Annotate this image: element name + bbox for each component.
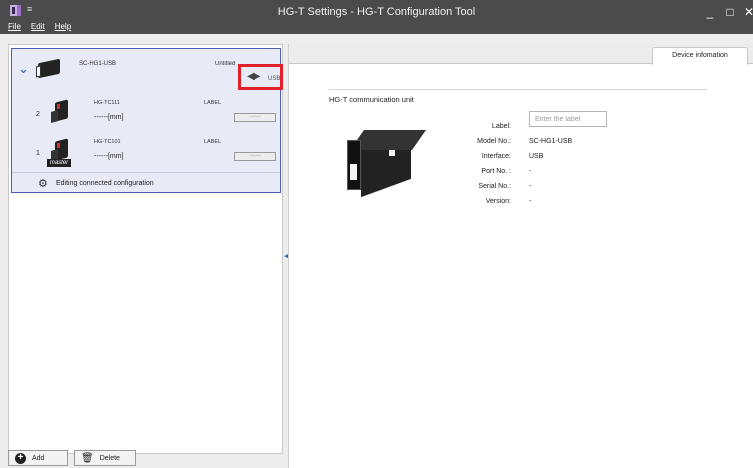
head-value: ------[mm] [94,114,124,121]
menu-bar: File Edit Help [8,22,71,34]
head-model: HG-TC101 [94,139,121,145]
device-group[interactable]: ⌄ SC-HG1-USB Untitled ◀▶ USB 2 HG-TC111 … [11,48,283,193]
add-button-label: Add [32,454,45,462]
connection-label: USB [268,76,281,82]
menu-file[interactable]: File [8,22,21,34]
gear-icon: ⚙ [38,178,48,190]
master-badge: master [47,159,71,167]
tree-actions: + Add 🗑 Delete [8,450,136,468]
port-value: - [529,168,532,175]
head-label-caption: LABEL [204,100,222,106]
plus-circle-icon: + [15,452,26,464]
info-labels: Label: Model No.: Interface: Port No. : … [449,119,511,209]
interface-value: USB [529,153,544,160]
device-node[interactable]: ⌄ SC-HG1-USB Untitled ◀▶ USB [12,49,283,91]
sensor-head-icon [47,99,77,127]
add-button[interactable]: + Add [8,450,68,466]
interface-field-label: Interface: [481,153,511,160]
communication-unit-image [347,130,427,198]
tab-device-information[interactable]: Device infomation [652,47,748,65]
device-info-panel: Device infomation HG-T communication uni… [288,44,753,468]
title-bar: ≡ HG-T Settings - HG-T Configuration Too… [0,0,753,34]
head-index: 1 [36,150,40,157]
plug-icon: ◀▶ [247,71,260,82]
device-tree-panel: ⌄ SC-HG1-USB Untitled ◀▶ USB 2 HG-TC111 … [8,44,283,454]
editing-status-row[interactable]: ⚙ Editing connected configuration [12,172,280,193]
maximize-button[interactable]: □ [722,4,738,20]
trash-icon: 🗑 [81,452,94,464]
serial-value: - [529,183,532,190]
editing-status-text: Editing connected configuration [56,180,154,187]
model-field-label: Model No.: [477,138,511,145]
delete-button-label: Delete [99,454,120,462]
label-field-label: Label: [491,123,511,130]
label-spacer [529,119,649,134]
sensor-head-icon: master [47,138,77,167]
usb-connection-indicator[interactable]: ◀▶ USB [238,64,283,90]
head-model: HG-TC111 [94,100,120,106]
menu-edit[interactable]: Edit [31,22,45,34]
menu-help[interactable]: Help [55,22,71,34]
window-title: HG-T Settings - HG-T Configuration Tool [277,6,476,18]
communication-unit-icon [34,58,64,80]
head-label-field[interactable]: ------- [234,152,276,161]
serial-field-label: Serial No.: [478,183,511,190]
section-divider [329,89,707,90]
head-label-field[interactable]: ------- [234,113,276,122]
sensor-head-row[interactable]: 1 master HG-TC101 ------[mm] LABEL -----… [19,136,280,170]
head-value: ------[mm] [94,153,124,160]
sensor-head-row[interactable]: 2 HG-TC111 ------[mm] LABEL ------- [19,97,280,131]
version-field-label: Version: [485,198,511,205]
head-label-caption: LABEL [204,139,222,145]
model-value: SC-HG1-USB [529,138,573,145]
version-value: - [529,198,532,205]
close-button[interactable]: ✕ [741,4,753,20]
device-model: SC-HG1-USB [79,61,117,67]
port-field-label: Port No. : [481,168,511,175]
head-index: 2 [36,111,40,118]
info-values: SC-HG1-USB USB - - - [529,119,649,209]
tab-strip: Device infomation [289,44,753,65]
chevron-down-icon[interactable]: ⌄ [18,61,29,77]
delete-button[interactable]: 🗑 Delete [74,450,136,466]
section-title: HG-T communication unit [329,95,414,104]
minimize-button[interactable]: _ [702,4,718,20]
